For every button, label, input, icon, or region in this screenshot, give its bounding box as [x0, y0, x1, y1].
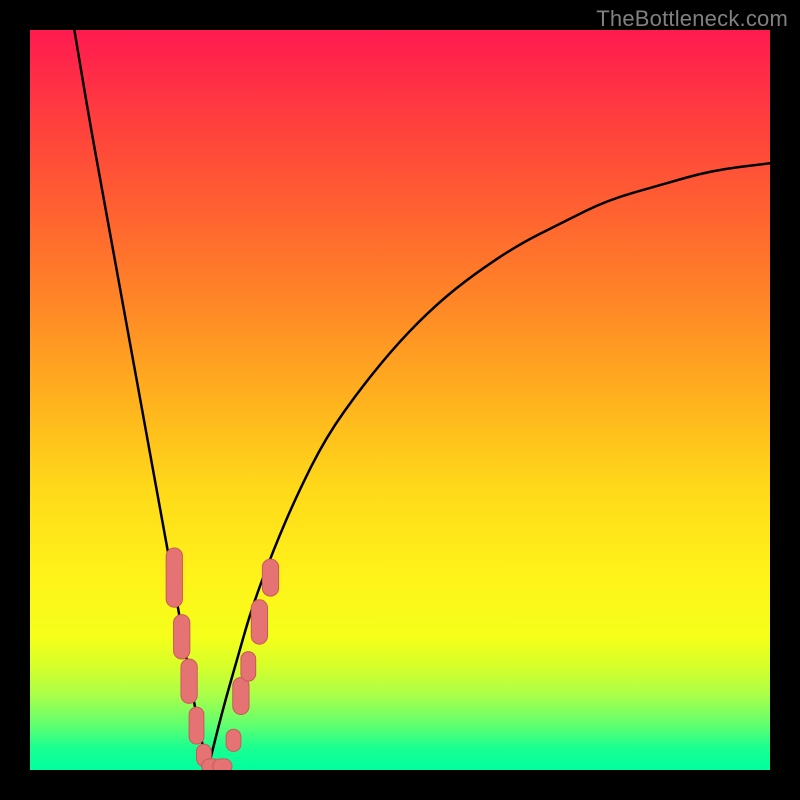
attribution-text: TheBottleneck.com	[596, 6, 788, 32]
plot-background-gradient	[30, 30, 770, 770]
chart-frame: TheBottleneck.com	[0, 0, 800, 800]
